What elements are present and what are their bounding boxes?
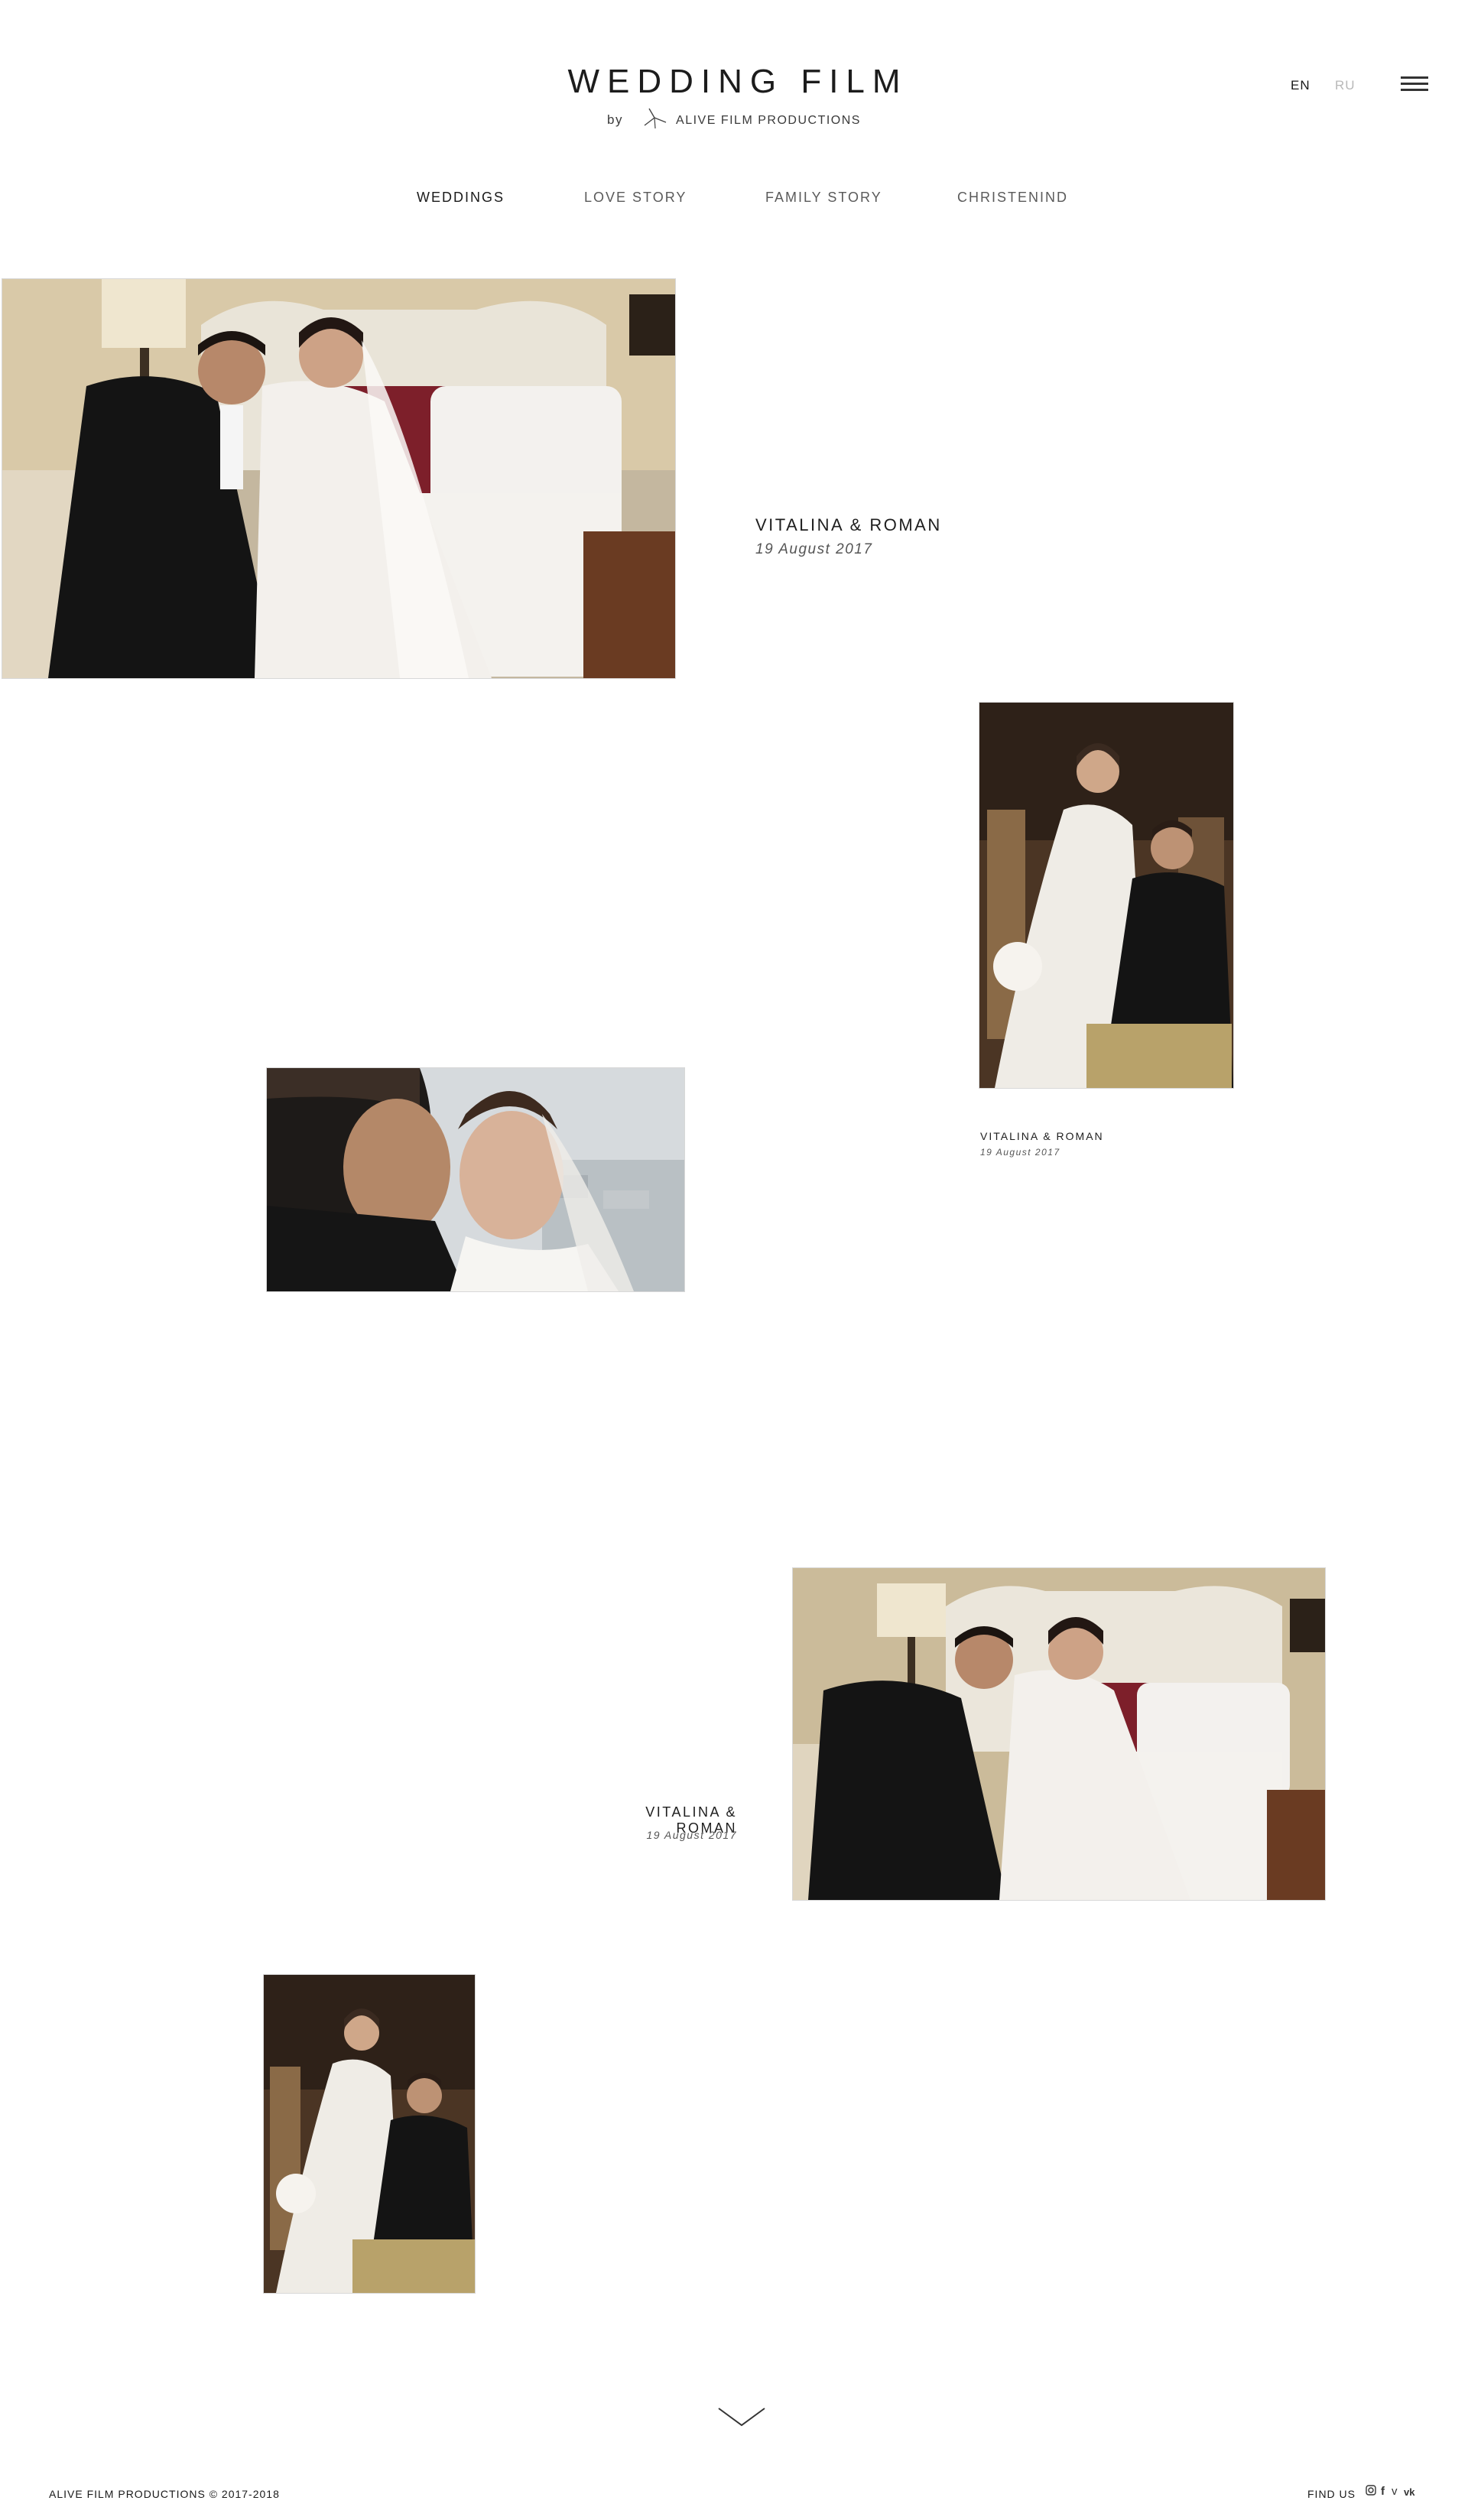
studio-name: ALIVE FILM PRODUCTIONS bbox=[676, 114, 861, 127]
nav-christenind[interactable]: CHRISTENIND bbox=[957, 190, 1068, 206]
lang-ru-link[interactable]: RU bbox=[1335, 78, 1356, 93]
by-label: by bbox=[607, 112, 624, 127]
hamburger-menu-icon[interactable] bbox=[1401, 76, 1428, 93]
gallery-photo-seated-couple-2[interactable] bbox=[263, 1974, 476, 2294]
windmill-logo-icon bbox=[644, 108, 667, 129]
gallery-entry-title[interactable]: VITALINA & ROMAN bbox=[755, 515, 942, 535]
gallery-photo-closeup-couple[interactable] bbox=[266, 1067, 685, 1292]
vk-icon[interactable]: vk bbox=[1404, 2486, 1414, 2498]
scroll-down-chevron-icon[interactable] bbox=[717, 2405, 766, 2428]
facebook-icon[interactable]: f bbox=[1381, 2485, 1385, 2498]
gallery-photo-seated-couple[interactable] bbox=[979, 702, 1234, 1089]
gallery-entry-date: 19 August 2017 bbox=[755, 541, 873, 557]
vimeo-icon[interactable]: v bbox=[1392, 2485, 1398, 2498]
site-logo-subtitle: by ALIVE FILM PRODUCTIONS bbox=[0, 107, 1468, 129]
lang-en-link[interactable]: EN bbox=[1291, 78, 1310, 93]
gallery-entry-date: 19 August 2017 bbox=[980, 1147, 1060, 1158]
gallery-photo-couple-bed-2[interactable] bbox=[792, 1567, 1326, 1901]
nav-family-story[interactable]: FAMILY STORY bbox=[765, 190, 882, 206]
site-logo-title[interactable]: WEDDING FILM bbox=[0, 63, 1468, 101]
nav-weddings[interactable]: WEDDINGS bbox=[417, 190, 505, 206]
footer-copyright: ALIVE FILM PRODUCTIONS © 2017-2018 bbox=[49, 2488, 280, 2500]
instagram-icon[interactable] bbox=[1366, 2485, 1376, 2499]
gallery-entry-date: 19 August 2017 bbox=[646, 1829, 737, 1841]
footer-find-us-label: FIND US bbox=[1307, 2488, 1356, 2500]
gallery-photo-couple-bed[interactable] bbox=[2, 278, 676, 679]
gallery-entry-title[interactable]: VITALINA & ROMAN bbox=[980, 1130, 1104, 1142]
nav-love-story[interactable]: LOVE STORY bbox=[584, 190, 687, 206]
